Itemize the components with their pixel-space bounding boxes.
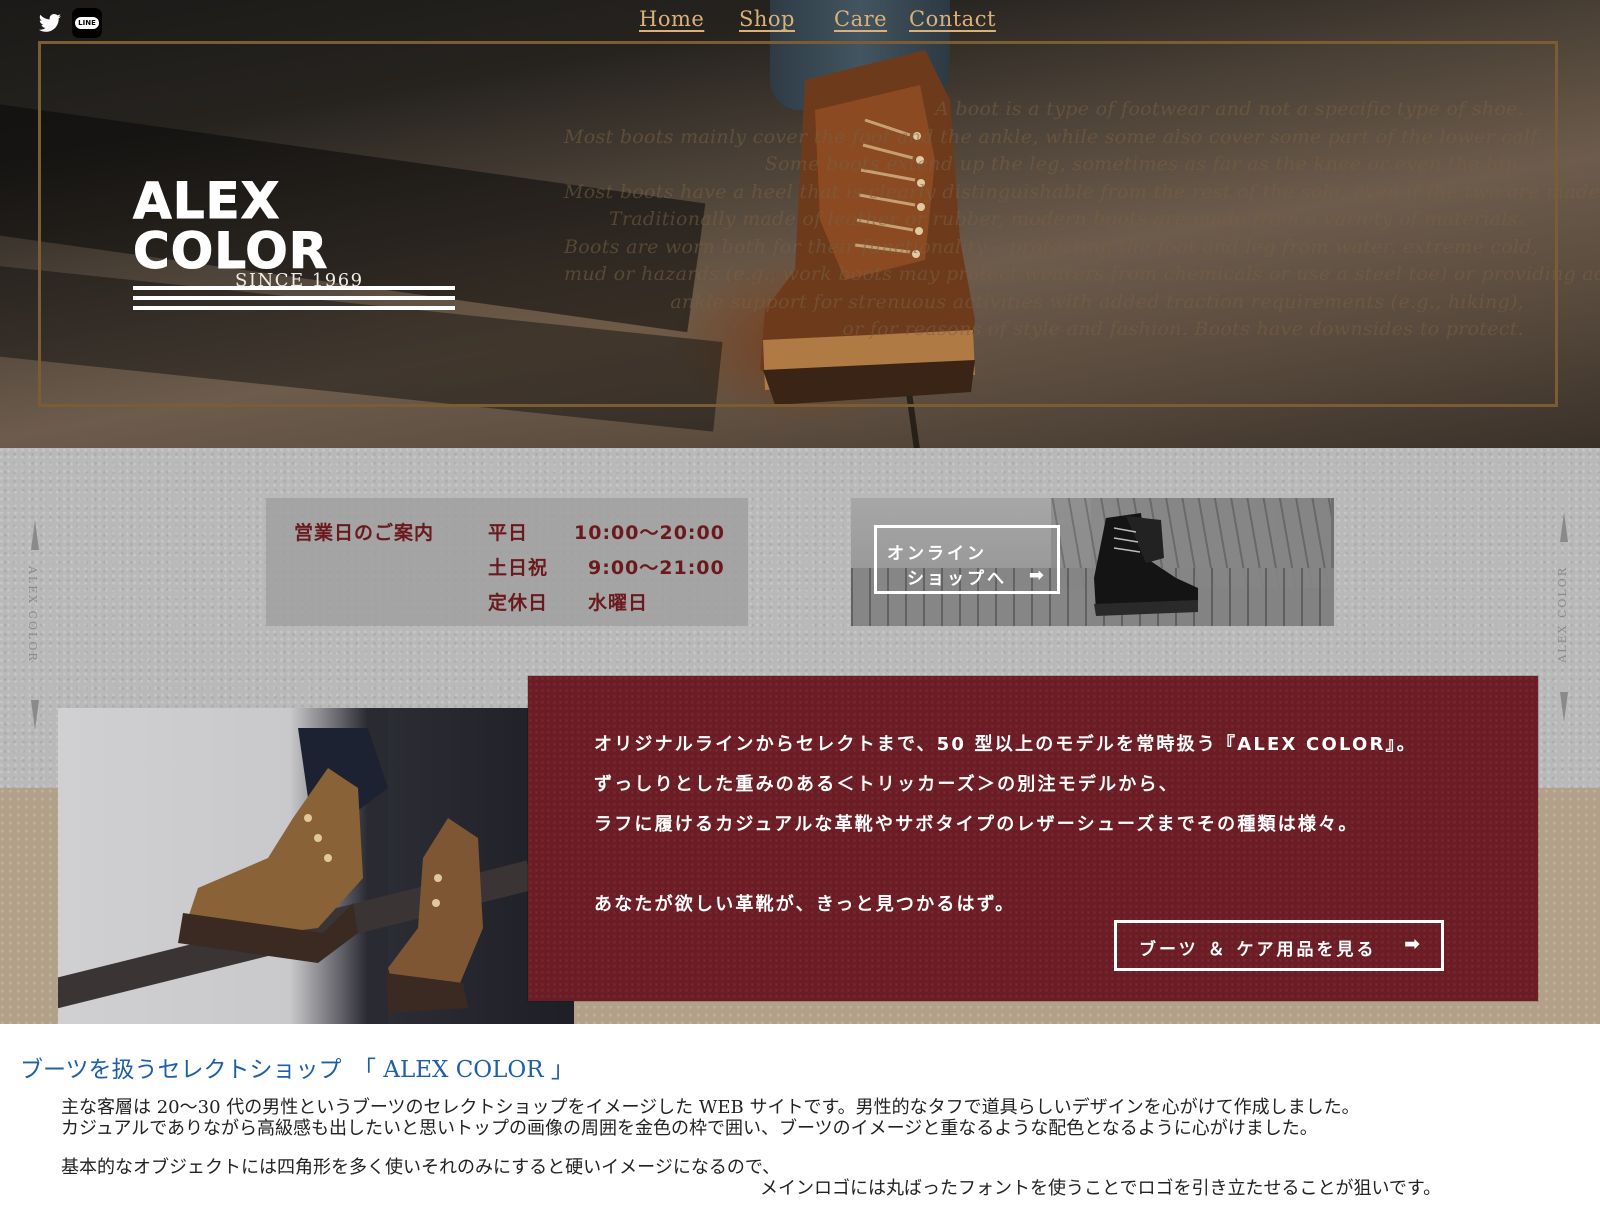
description-line: あなたが欲しい革靴が、きっと見つかるはず。 (594, 894, 1016, 915)
logo-stripe (133, 306, 455, 310)
banner-boot-image (1094, 513, 1198, 616)
boots-photo (58, 708, 574, 1024)
poem-line: ankle support for strenuous activities w… (670, 290, 1524, 313)
poem-line: Boots are worn both for their functional… (564, 235, 1539, 258)
hours-day: 土日祝 (488, 557, 549, 579)
logo-stripe (133, 296, 455, 300)
poem-line: Most boots mainly cover the foot and the… (564, 125, 1544, 148)
business-hours-box: 営業日のご案内 平日 10:00～20:00 土日祝 9:00～21:00 定休… (266, 498, 748, 626)
nav-care[interactable]: Care (834, 7, 887, 31)
hours-time: 9:00～21:00 (588, 557, 725, 579)
hours-time: 水曜日 (588, 592, 649, 614)
online-shop-label-2: ショップへ (907, 569, 1007, 589)
online-shop-banner[interactable]: オンライン ショップへ ➡ (851, 498, 1334, 626)
shop-description-box: オリジナルラインからセレクトまで、50 型以上のモデルを常時扱う『ALEX CO… (528, 676, 1538, 1001)
poem-line: Some boots extend up the leg, sometimes … (764, 153, 1524, 175)
nav-shop[interactable]: Shop (739, 7, 795, 31)
view-boots-care-label: ブーツ ＆ ケア用品を見る (1139, 940, 1377, 960)
hours-day: 定休日 (488, 592, 549, 614)
arrow-right-icon: ➡ (1404, 933, 1423, 955)
about-text: カジュアルでありながら高級感も出したいと思いトップの画像の周囲を金色の枠で囲い、… (61, 1118, 1318, 1139)
description-line: ずっしりとした重みのある＜トリッカーズ＞の別注モデルから、 (594, 774, 1179, 795)
hero-banner: A boot is a type of footwear and not a s… (0, 0, 1600, 448)
side-label-left: ALEX COLOR (26, 566, 39, 663)
since-year: SINCE 1969 (235, 270, 364, 291)
poem-line: or for reasons of style and fashion. Boo… (842, 318, 1524, 340)
view-boots-care-button[interactable]: ブーツ ＆ ケア用品を見る ➡ (1114, 920, 1444, 971)
online-shop-label-1: オンライン (887, 544, 987, 564)
about-text: 基本的なオブジェクトには四角形を多く使いそれのみにすると硬いイメージになるので、 (61, 1157, 781, 1178)
poem-line: Most boots have a heel that is clearly d… (564, 180, 1600, 203)
about-text: メインロゴには丸ばったフォントを使うことでロゴを引き立たせることが狙いです。 (760, 1178, 1442, 1199)
about-text: 主な客層は 20～30 代の男性というブーツのセレクトショップをイメージした W… (61, 1097, 1360, 1118)
photo-boots-image (178, 728, 483, 1013)
poem-line: Traditionally made of leather or rubber,… (608, 208, 1524, 230)
hero-poem-text: A boot is a type of footwear and not a s… (564, 96, 1600, 344)
hours-heading: 営業日のご案内 (294, 522, 435, 544)
hours-day: 平日 (488, 522, 529, 544)
hours-time: 10:00～20:00 (574, 522, 725, 544)
poem-line: A boot is a type of footwear and not a s… (934, 98, 1524, 120)
arrow-right-icon: ➡ (1028, 565, 1047, 586)
nav-home[interactable]: Home (639, 7, 704, 31)
poem-line: mud or hazards (e.g., work boots may pro… (564, 263, 1600, 285)
online-shop-button[interactable]: オンライン ショップへ ➡ (874, 525, 1060, 594)
about-title: ブーツを扱うセレクトショップ 「 ALEX COLOR 」 (20, 1057, 574, 1083)
logo-wordmark: ALEX COLOR (133, 172, 329, 280)
main-nav: Home Shop Care Contact (0, 7, 1600, 41)
side-label-right: ALEX COLOR (1556, 566, 1569, 663)
description-line: ラフに履けるカジュアルな革靴やサボタイプのレザーシューズまでその種類は様々。 (594, 814, 1359, 835)
nav-contact[interactable]: Contact (909, 7, 996, 31)
description-line: オリジナルラインからセレクトまで、50 型以上のモデルを常時扱う『ALEX CO… (594, 734, 1417, 755)
